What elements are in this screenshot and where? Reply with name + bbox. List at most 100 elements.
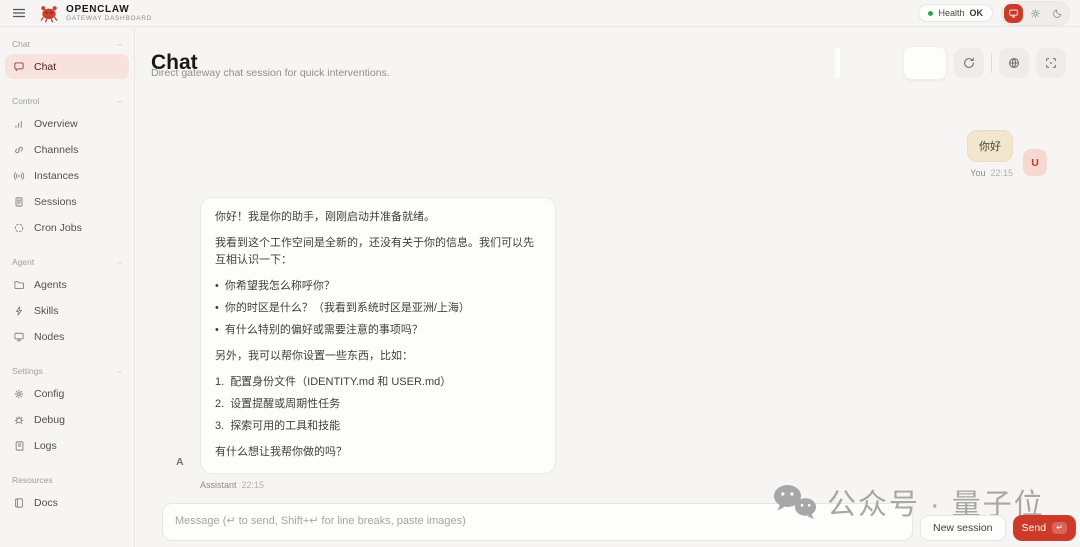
chat-toolbar [835, 46, 1066, 80]
sidebar-item-instances[interactable]: Instances [5, 163, 129, 188]
send-button[interactable]: Send ↵ [1012, 515, 1076, 541]
sidebar-item-cron-jobs[interactable]: Cron Jobs [5, 215, 129, 240]
number-marker: 2. [215, 398, 225, 411]
list-item-text: 你的时区是什么？（我看到系统时区是亚洲/上海） [224, 302, 470, 315]
sidebar-item-label: Chat [34, 60, 57, 73]
bar-chart-icon [13, 118, 25, 130]
assistant-paragraph: 另外，我可以帮你设置一些东西，比如： [215, 350, 413, 363]
send-label: Send [1021, 522, 1047, 534]
menu-icon[interactable] [10, 5, 28, 21]
section-label: Agent [12, 257, 35, 267]
segment-active[interactable] [903, 46, 947, 80]
segment-strip[interactable] [835, 48, 840, 78]
sidebar-section-agent: Agent – Agents Skills Nodes [0, 252, 134, 349]
assistant-numbered-list: 1. 配置身份文件（IDENTITY.md 和 USER.md） 2. 设置提醒或周期… [215, 374, 541, 435]
sidebar-item-label: Cron Jobs [34, 221, 82, 234]
theme-option-light[interactable] [1026, 4, 1045, 23]
section-header: Control – [0, 91, 134, 111]
sidebar-section-control: Control – Overview Channels Instances Session… [0, 91, 134, 240]
scroll-icon [13, 440, 25, 452]
message-input[interactable] [162, 503, 913, 541]
user-message-meta: You 22:15 [970, 168, 1013, 178]
globe-button[interactable] [999, 48, 1029, 78]
user-message-column: 你好 You 22:15 [967, 130, 1013, 178]
section-label: Control [12, 96, 40, 106]
list-item-text: 你希望我怎么称呼你？ [224, 280, 335, 293]
new-session-button[interactable]: New session [920, 515, 1006, 541]
assistant-avatar: A [176, 455, 184, 468]
user-time: 22:15 [990, 168, 1013, 178]
assistant-paragraph: 你好！我是你的助手，刚刚启动并准备就绪。 [215, 211, 435, 223]
list-item-text: 有什么特别的偏好或需要注意的事项吗？ [224, 324, 423, 337]
focus-button[interactable] [1036, 48, 1066, 78]
theme-toggle-group [1001, 0, 1070, 26]
chat-bubble-icon [13, 61, 25, 73]
section-collapse-icon[interactable]: – [117, 366, 122, 376]
sidebar-item-debug[interactable]: Debug [5, 407, 129, 432]
monitor-icon [1008, 8, 1019, 19]
assistant-message: A 你好！我是你的助手，刚刚启动并准备就绪。我看到这个工作空间是全新的，还没有关… [176, 197, 556, 490]
section-label: Chat [12, 39, 30, 49]
sidebar-item-label: Channels [34, 143, 79, 156]
moon-icon [1052, 8, 1063, 19]
assistant-paragraph: 有什么想让我帮你做的吗？ [215, 446, 347, 459]
brand-text: OPENCLAW GATEWAY DASHBOARD [66, 4, 152, 23]
section-collapse-icon[interactable]: – [117, 96, 122, 106]
health-badge[interactable]: Health OK [918, 4, 993, 22]
list-item: • 你的时区是什么？（我看到系统时区是亚洲/上海） [215, 300, 541, 317]
sidebar-nav: Chat – Chat Control – Overview Channels Instanc… [0, 28, 135, 547]
assistant-bullet-list: • 你希望我怎么称呼你？ • 你的时区是什么？（我看到系统时区是亚洲/上海） • 有什么特… [215, 278, 541, 339]
theme-option-system[interactable] [1004, 3, 1023, 23]
refresh-button[interactable] [954, 48, 984, 78]
number-marker: 3. [215, 420, 225, 433]
assistant-paragraph: 我看到这个工作空间是全新的，还没有关于你的信息。我们可以先互相认识一下： [215, 237, 534, 267]
assistant-message-meta: Assistant 22:15 [200, 480, 556, 490]
link-icon [13, 144, 25, 156]
sidebar-item-label: Overview [34, 117, 78, 130]
sidebar-item-overview[interactable]: Overview [5, 111, 129, 136]
sidebar-item-config[interactable]: Config [5, 381, 129, 406]
spinner-icon [13, 222, 25, 234]
sidebar-item-chat[interactable]: Chat [5, 54, 129, 79]
sidebar-item-docs[interactable]: Docs [5, 490, 129, 515]
sidebar-item-label: Skills [34, 304, 59, 317]
section-collapse-icon[interactable]: – [117, 39, 122, 49]
assistant-message-bubble: 你好！我是你的助手，刚刚启动并准备就绪。我看到这个工作空间是全新的，还没有关于你… [200, 197, 556, 474]
sidebar-item-label: Agents [34, 278, 67, 291]
refresh-icon [962, 56, 976, 70]
top-bar-left: OPENCLAW GATEWAY DASHBOARD [10, 3, 152, 23]
health-label: Health [938, 8, 965, 18]
top-bar-right: Health OK [918, 0, 1070, 26]
sidebar-item-label: Logs [34, 439, 57, 452]
assistant-time: 22:15 [241, 479, 265, 490]
brand-tagline: GATEWAY DASHBOARD [66, 15, 153, 23]
number-marker: 1. [215, 376, 225, 389]
list-item-text: 设置提醒或周期性任务 [230, 398, 341, 411]
sidebar-item-skills[interactable]: Skills [5, 298, 129, 323]
main-content: Chat Direct gateway chat session for qui… [136, 28, 1080, 547]
sidebar-item-label: Nodes [34, 330, 65, 343]
document-icon [13, 196, 25, 208]
section-label: Settings [12, 366, 43, 376]
book-icon [13, 497, 25, 509]
toolbar-buttons [954, 48, 1066, 78]
sidebar-item-nodes[interactable]: Nodes [5, 324, 129, 349]
sidebar-item-label: Instances [34, 169, 79, 182]
globe-icon [1007, 56, 1021, 70]
sidebar-item-sessions[interactable]: Sessions [5, 189, 129, 214]
list-item: 1. 配置身份文件（IDENTITY.md 和 USER.md） [215, 374, 541, 391]
sidebar-item-agents[interactable]: Agents [5, 272, 129, 297]
section-collapse-icon[interactable]: – [117, 257, 122, 267]
page-subtitle: Direct gateway chat session for quick in… [151, 67, 390, 79]
sidebar-item-label: Docs [34, 496, 58, 509]
sidebar-item-label: Debug [34, 413, 65, 426]
lightning-icon [13, 305, 25, 317]
sidebar-item-channels[interactable]: Channels [5, 137, 129, 162]
bullet-marker: • [215, 324, 219, 337]
broadcast-icon [13, 170, 25, 182]
brand-name: OPENCLAW [66, 3, 130, 15]
section-header: Chat – [0, 34, 134, 54]
return-key-icon: ↵ [1052, 521, 1067, 535]
sidebar-item-logs[interactable]: Logs [5, 433, 129, 458]
theme-option-dark[interactable] [1048, 4, 1067, 23]
